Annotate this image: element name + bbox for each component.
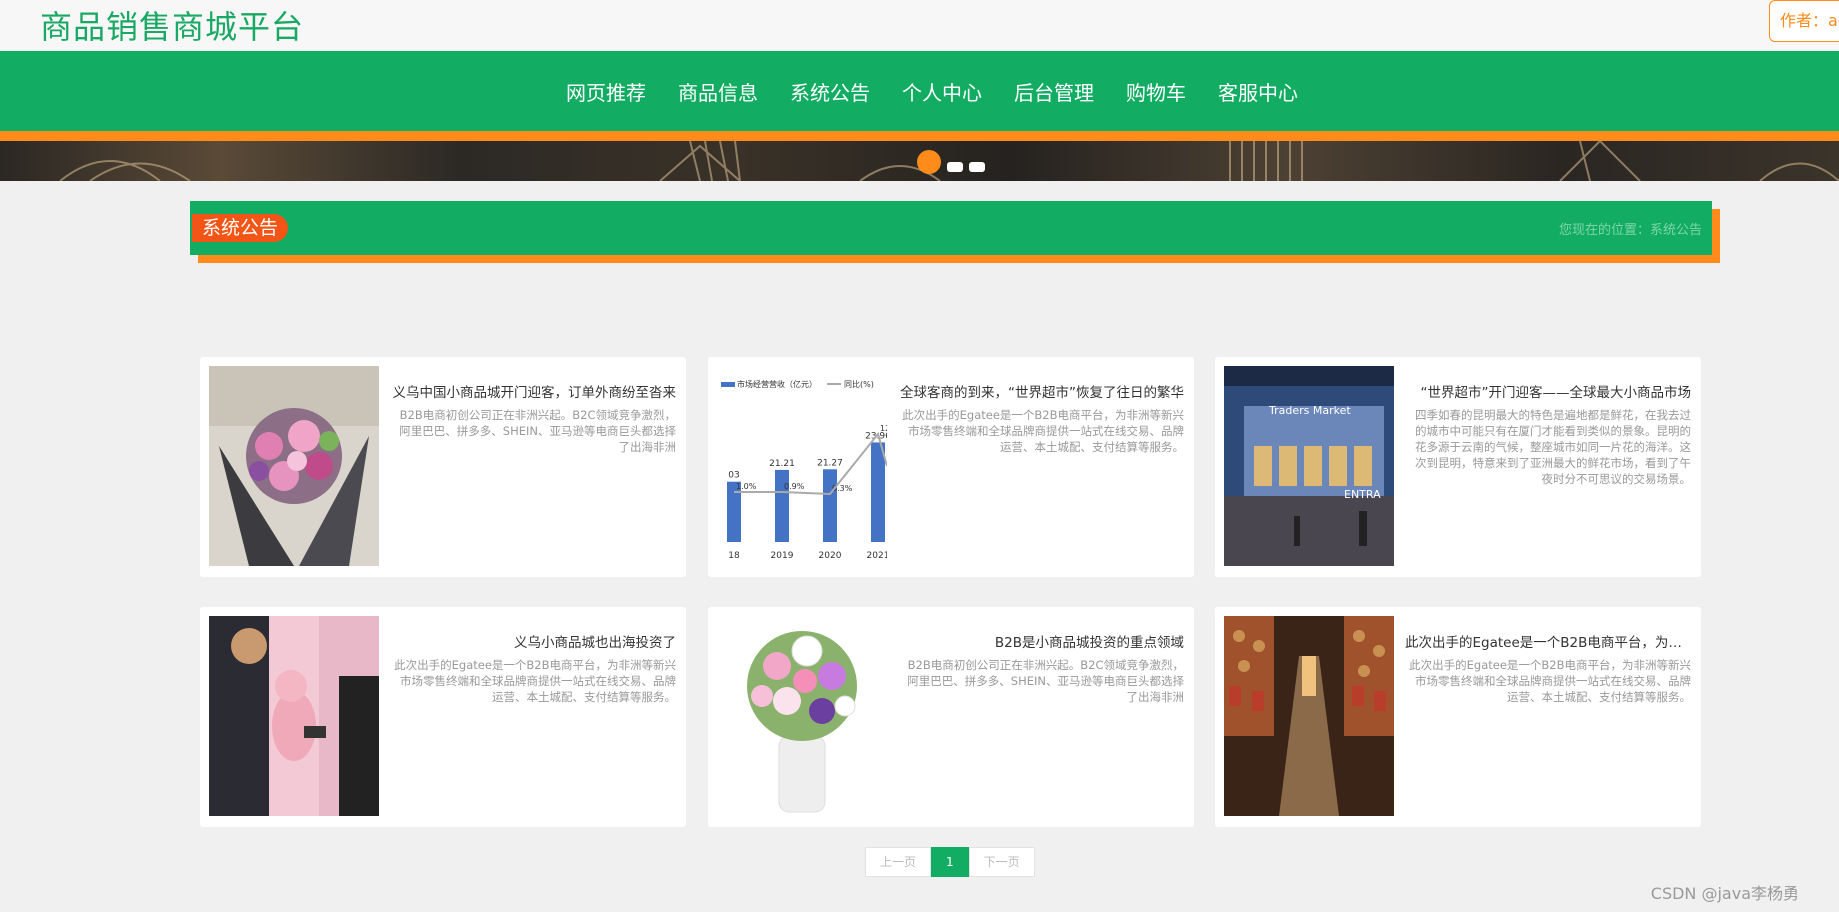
page-1-button[interactable]: 1 [931, 847, 969, 877]
card-description: B2B电商初创公司正在非洲兴起。B2C领域竞争激烈，阿里巴巴、拼多多、SHEIN… [399, 408, 676, 454]
chart-line-label: 12.6 [880, 424, 887, 433]
chart-legend-label: 同比(%) [844, 379, 874, 389]
card-title[interactable]: B2B是小商品城投资的重点领域 [898, 631, 1184, 651]
announcement-card[interactable]: Traders Market ENTRA “世界超市”开门迎客——全球最大小商品… [1215, 357, 1701, 577]
announcement-card[interactable]: B2B是小商品城投资的重点领域 B2B电商初创公司正在非洲兴起。B2C领域竞争激烈… [708, 607, 1194, 827]
chart-bar-label: 03 [728, 471, 739, 481]
chart-line-label: 1.0% [736, 482, 757, 491]
section-header [190, 201, 1712, 255]
nav-item-5[interactable]: 后台管理 [998, 77, 1110, 106]
carousel-dot-2[interactable] [947, 162, 963, 172]
pagination: 上一页 1 下一页 [865, 847, 1035, 877]
revenue-chart-thumbnail[interactable]: 市场经营营收（亿元） 同比(%) 03 18 21.21 2019 21.27 2020 2… [717, 366, 887, 566]
svg-text:Traders Market: Traders Market [1268, 404, 1351, 417]
chart-bar-label: 21.27 [817, 458, 843, 468]
nav-item-6[interactable]: 购物车 [1110, 77, 1202, 106]
top-header: 商品销售商城平台 作者：ad [0, 0, 1839, 50]
bazaar-thumbnail[interactable] [1224, 616, 1394, 816]
chart-bar-label: 21.21 [769, 459, 795, 469]
nav-item-3[interactable]: 系统公告 [774, 77, 886, 106]
nav-item-4[interactable]: 个人中心 [886, 77, 998, 106]
nav-item-1[interactable]: 网页推荐 [550, 77, 662, 106]
breadcrumb: 您现在的位置：系统公告 [1558, 223, 1702, 238]
card-description: B2B电商初创公司正在非洲兴起。B2C领域竞争激烈，阿里巴巴、拼多多、SHEIN… [907, 658, 1184, 704]
vase-flowers-thumbnail[interactable] [717, 616, 887, 816]
announcement-card[interactable]: 此次出手的Egatee是一个B2B电商平台，为非洲此次出手的Egatee是一个B… [1215, 607, 1701, 827]
announcement-card[interactable]: 义乌小商品城也出海投资了此次出手的Egatee是一个B2B电商平台，为非洲等新兴… [200, 607, 686, 827]
card-title[interactable]: 全球客商的到来，“世界超市”恢复了往日的繁华 [898, 381, 1184, 401]
section-title: 系统公告 [192, 214, 289, 242]
site-title[interactable]: 商品销售商城平台 [40, 2, 304, 48]
chart-legend-label: 市场经营营收（亿元） [737, 379, 817, 389]
nav-item-2[interactable]: 商品信息 [662, 77, 774, 106]
chart-tick-label: 18 [728, 551, 740, 561]
author-badge[interactable]: 作者：ad [1769, 0, 1839, 42]
chart-line-label: 0.9% [784, 482, 805, 491]
chart-tick-label: 2020 [819, 551, 842, 561]
market-building-thumbnail[interactable]: Traders Market ENTRA [1224, 366, 1394, 566]
carousel-dot-3[interactable] [969, 162, 985, 172]
prev-page-button[interactable]: 上一页 [865, 847, 932, 877]
bouquet-thumbnail[interactable] [209, 366, 379, 566]
carousel-dot-1[interactable] [917, 150, 941, 174]
chart-bar [871, 442, 885, 542]
chart-legend-swatch [721, 382, 735, 387]
nav-item-7[interactable]: 客服中心 [1202, 77, 1314, 106]
next-page-button[interactable]: 下一页 [968, 847, 1035, 877]
banner-carousel[interactable] [0, 141, 1839, 181]
card-title[interactable]: 义乌中国小商品城开门迎客，订单外商纷至沓来 [390, 381, 677, 401]
card-description: 此次出手的Egatee是一个B2B电商平台，为非洲等新兴市场零售终端和全球品牌商… [1409, 658, 1691, 704]
nav-list: 网页推荐 商品信息 系统公告 个人中心 后台管理 购物车 客服中心 [0, 51, 1839, 131]
chart-tick-label: 2021 [867, 551, 887, 561]
card-title[interactable]: 此次出手的Egatee是一个B2B电商平台，为非洲 [1405, 631, 1691, 651]
svg-text:ENTRA: ENTRA [1344, 488, 1381, 501]
plush-toy-thumbnail[interactable] [209, 616, 379, 816]
card-title[interactable]: 义乌小商品城也出海投资了 [390, 631, 676, 651]
card-description: 四季如春的昆明最大的特色是遍地都是鲜花，在我去过的城市中可能只有在厦门才能看到类… [1415, 408, 1691, 486]
chart-tick-label: 2019 [771, 551, 794, 561]
card-description: 此次出手的Egatee是一个B2B电商平台，为非洲等新兴市场零售终端和全球品牌商… [394, 658, 676, 704]
carousel-dots [917, 150, 985, 174]
watermark: CSDN @java李杨勇 [1650, 884, 1799, 903]
announcement-card[interactable]: 义乌中国小商品城开门迎客，订单外商纷至沓来 B2B电商初创公司正在非洲兴起。B2C… [200, 357, 686, 577]
main-nav: 网页推荐 商品信息 系统公告 个人中心 后台管理 购物车 客服中心 [0, 51, 1839, 131]
card-title[interactable]: “世界超市”开门迎客——全球最大小商品市场 [1405, 381, 1692, 401]
card-description: 此次出手的Egatee是一个B2B电商平台，为非洲等新兴市场零售终端和全球品牌商… [902, 408, 1184, 454]
announcement-card[interactable]: 市场经营营收（亿元） 同比(%) 03 18 21.21 2019 21.27 2020 2… [708, 357, 1194, 577]
chart-bar [775, 469, 789, 542]
chart-bar [823, 469, 837, 542]
nav-divider [0, 131, 1839, 141]
